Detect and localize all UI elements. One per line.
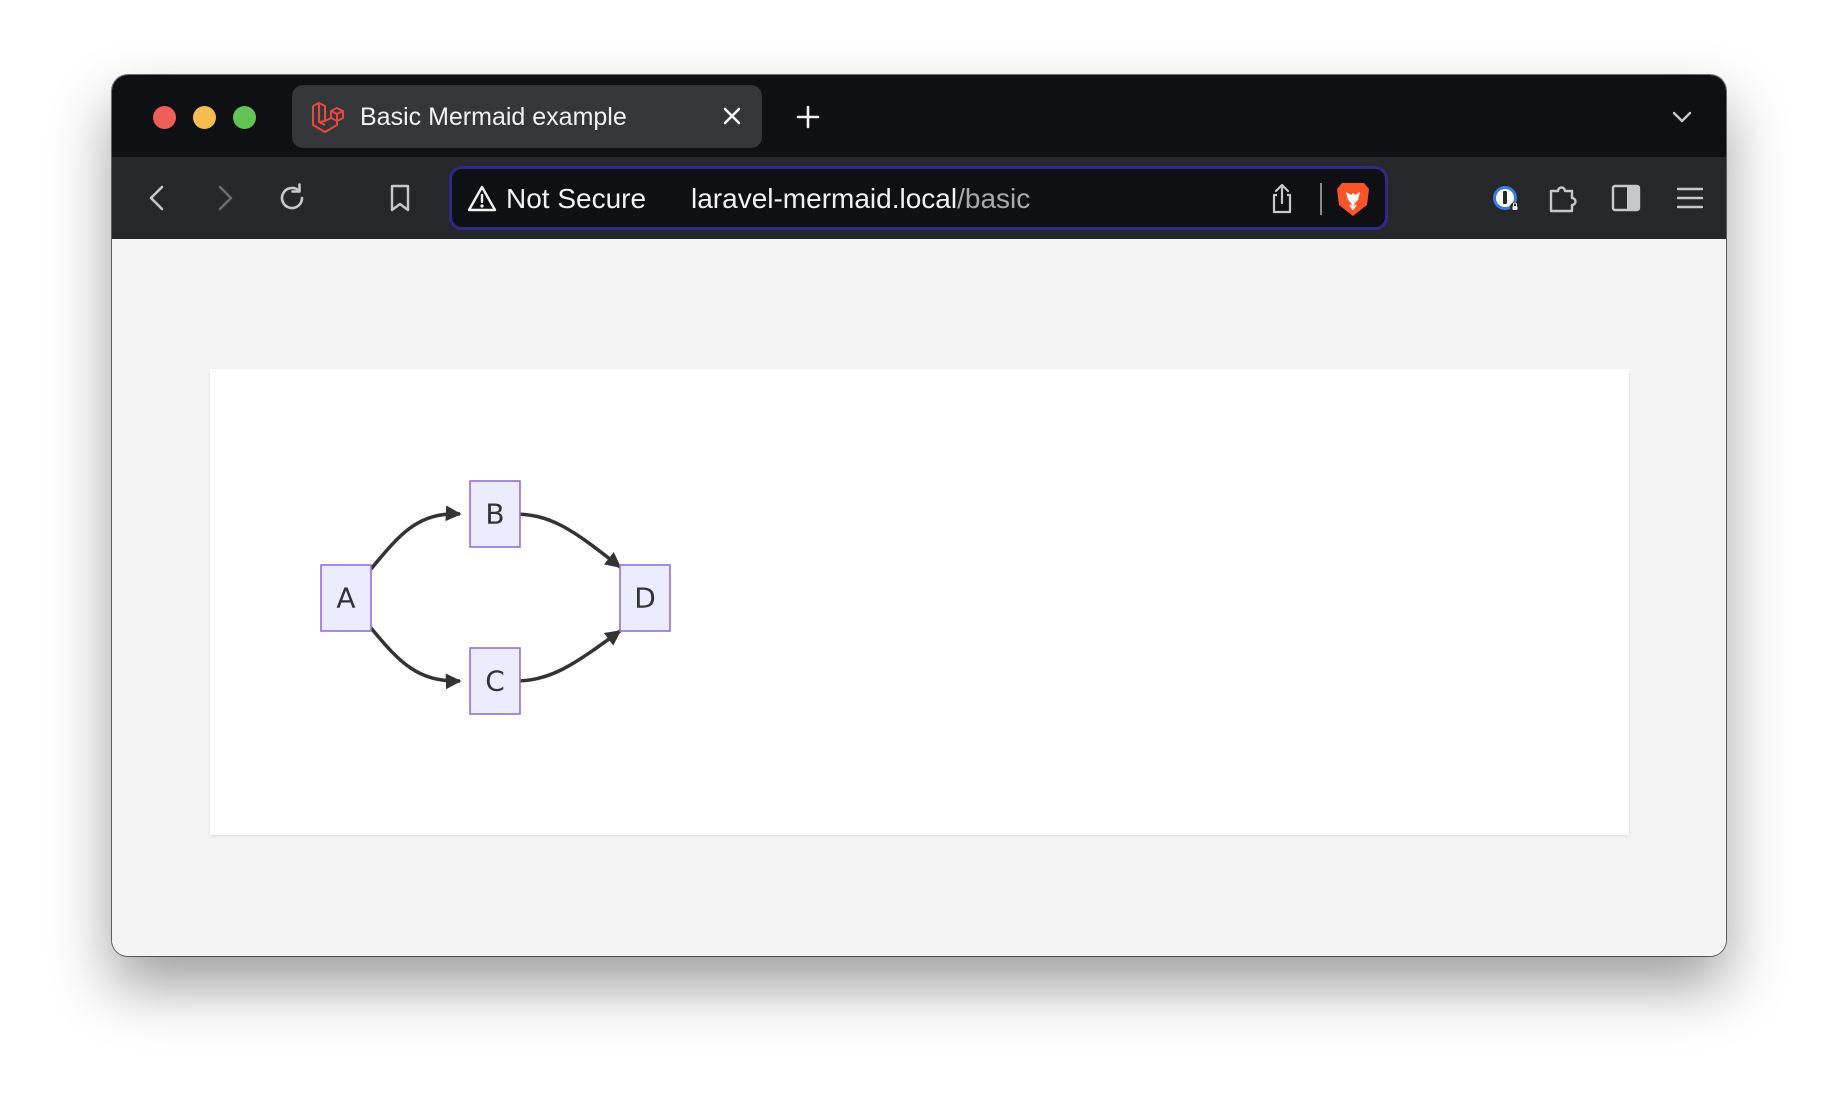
reload-icon[interactable] xyxy=(272,178,312,218)
node-a-label: A xyxy=(336,582,355,615)
tab-title: Basic Mermaid example xyxy=(360,103,627,131)
node-d: D xyxy=(619,564,671,632)
puzzle-piece-icon[interactable] xyxy=(1542,178,1582,218)
node-b-label: B xyxy=(485,498,504,531)
tab-strip: Basic Mermaid example xyxy=(112,75,1726,157)
address-bar-divider xyxy=(1320,183,1322,215)
mermaid-flowchart: A B C D xyxy=(320,480,671,715)
url-host: laravel-mermaid.local xyxy=(691,183,958,214)
browser-toolbar: Not Secure laravel-mermaid.local/basic xyxy=(112,157,1726,239)
url-path: /basic xyxy=(957,183,1031,214)
brave-lion-icon[interactable] xyxy=(1334,179,1372,219)
node-d-label: D xyxy=(634,582,656,615)
diagram-card: A B C D xyxy=(210,369,1629,835)
chevron-right-icon[interactable] xyxy=(204,178,244,218)
url-text[interactable]: laravel-mermaid.local/basic xyxy=(691,183,1030,215)
security-status-label[interactable]: Not Secure xyxy=(506,183,646,215)
sidebar-icon[interactable] xyxy=(1606,178,1646,218)
hamburger-menu-icon[interactable] xyxy=(1670,178,1710,218)
close-icon[interactable] xyxy=(714,98,750,134)
browser-window: Basic Mermaid example Not Secure laravel… xyxy=(112,75,1726,956)
warning-icon xyxy=(467,185,497,212)
node-c: C xyxy=(469,647,521,715)
chevron-left-icon[interactable] xyxy=(138,178,178,218)
edge-a-b xyxy=(369,505,462,571)
plus-icon[interactable] xyxy=(790,99,826,135)
node-a: A xyxy=(320,564,372,632)
edge-c-d xyxy=(509,629,622,683)
password-manager-icon[interactable] xyxy=(1487,178,1527,218)
edge-b-d xyxy=(509,512,622,569)
bookmark-icon[interactable] xyxy=(380,178,420,218)
node-c-label: C xyxy=(485,665,505,698)
edge-a-c xyxy=(369,626,462,690)
close-window-button[interactable] xyxy=(153,106,176,129)
node-b: B xyxy=(469,480,521,548)
laravel-logo-icon xyxy=(312,102,344,133)
chevron-down-icon[interactable] xyxy=(1664,99,1700,135)
zoom-window-button[interactable] xyxy=(233,106,256,129)
address-bar[interactable]: Not Secure laravel-mermaid.local/basic xyxy=(449,166,1388,230)
minimize-window-button[interactable] xyxy=(193,106,216,129)
page-content: A B C D xyxy=(112,239,1726,956)
share-icon[interactable] xyxy=(1264,181,1300,217)
browser-tab[interactable]: Basic Mermaid example xyxy=(292,85,762,148)
